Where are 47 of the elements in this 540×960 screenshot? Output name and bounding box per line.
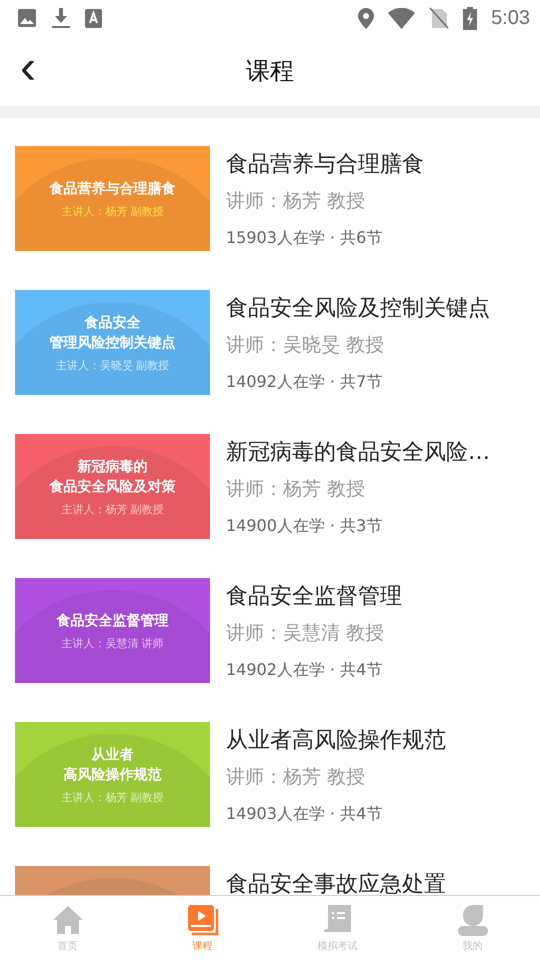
house-icon [52, 904, 84, 936]
battery-charging-icon [463, 6, 478, 30]
cover-title: 食品安全 [84, 314, 140, 332]
course-title[interactable]: 食品营养与合理膳食 [226, 149, 424, 179]
course-stats: 14902人在学 · 共4节 [226, 660, 384, 681]
wifi-icon [388, 8, 416, 28]
cover-title: 食品安全风险及对策 [50, 478, 176, 496]
clock: 5:03 [491, 6, 530, 30]
cover-title: 高风险操作规范 [64, 766, 162, 784]
course-title[interactable]: 食品安全风险及控制关键点 [226, 293, 490, 323]
course-title[interactable]: 食品安全监督管理 [226, 581, 402, 611]
person-icon [458, 904, 488, 936]
course-cover[interactable]: 食品安全 管理风险控制关键点 主讲人：吴晓旻 副教授 [15, 290, 210, 395]
font-icon [85, 8, 102, 28]
cover-speaker: 主讲人：吴慧清 讲师 [61, 636, 164, 650]
course-stats: 14903人在学 · 共4节 [226, 804, 384, 825]
cover-speaker: 主讲人：杨芳 副教授 [61, 790, 164, 804]
cover-title: 管理风险控制关键点 [50, 334, 176, 352]
course-stats: 15903人在学 · 共6节 [226, 228, 384, 249]
location-icon [358, 8, 374, 28]
course-title[interactable]: 新冠病毒的食品安全风险… [226, 437, 490, 467]
back-button[interactable]: ‹ [14, 44, 42, 92]
cover-title: 新冠病毒的 [78, 458, 148, 476]
cover-title: 食品营养与合理膳食 [50, 180, 176, 198]
teacher-label: 讲师：吴慧清 教授 [226, 621, 386, 646]
course-title[interactable]: 从业者高风险操作规范 [226, 725, 446, 755]
teacher-label: 讲师：吴晓旻 教授 [226, 333, 386, 358]
teacher-label: 讲师：杨芳 教授 [226, 189, 366, 214]
cover-speaker: 主讲人：吴晓旻 副教授 [56, 358, 170, 372]
course-stats: 14092人在学 · 共7节 [226, 372, 384, 393]
cover-speaker: 主讲人：杨芳 副教授 [61, 502, 164, 516]
cover-title: 从业者 [92, 746, 134, 764]
video-book-icon [186, 904, 218, 936]
teacher-label: 讲师：杨芳 教授 [226, 477, 366, 502]
course-title[interactable]: 食品安全事故应急处置 [226, 869, 446, 895]
course-stats: 14900人在学 · 共3节 [226, 516, 384, 537]
image-icon [17, 8, 37, 28]
course-cover[interactable]: 新冠病毒的 食品安全风险及对策 主讲人：杨芳 副教授 [15, 434, 210, 539]
cover-speaker: 主讲人：杨芳 副教授 [61, 204, 164, 218]
download-icon [51, 7, 71, 29]
no-sim-icon [429, 7, 450, 29]
teacher-label: 讲师：杨芳 教授 [226, 765, 366, 790]
course-cover[interactable]: 食品营养与合理膳食 主讲人：杨芳 副教授 [15, 146, 210, 251]
course-cover[interactable]: 食品安全监督管理 主讲人：吴慧清 讲师 [15, 578, 210, 683]
tab[interactable]: 课程 [135, 896, 270, 960]
page-title: 课程 [246, 56, 294, 87]
cover-title: 食品安全监督管理 [56, 612, 168, 630]
